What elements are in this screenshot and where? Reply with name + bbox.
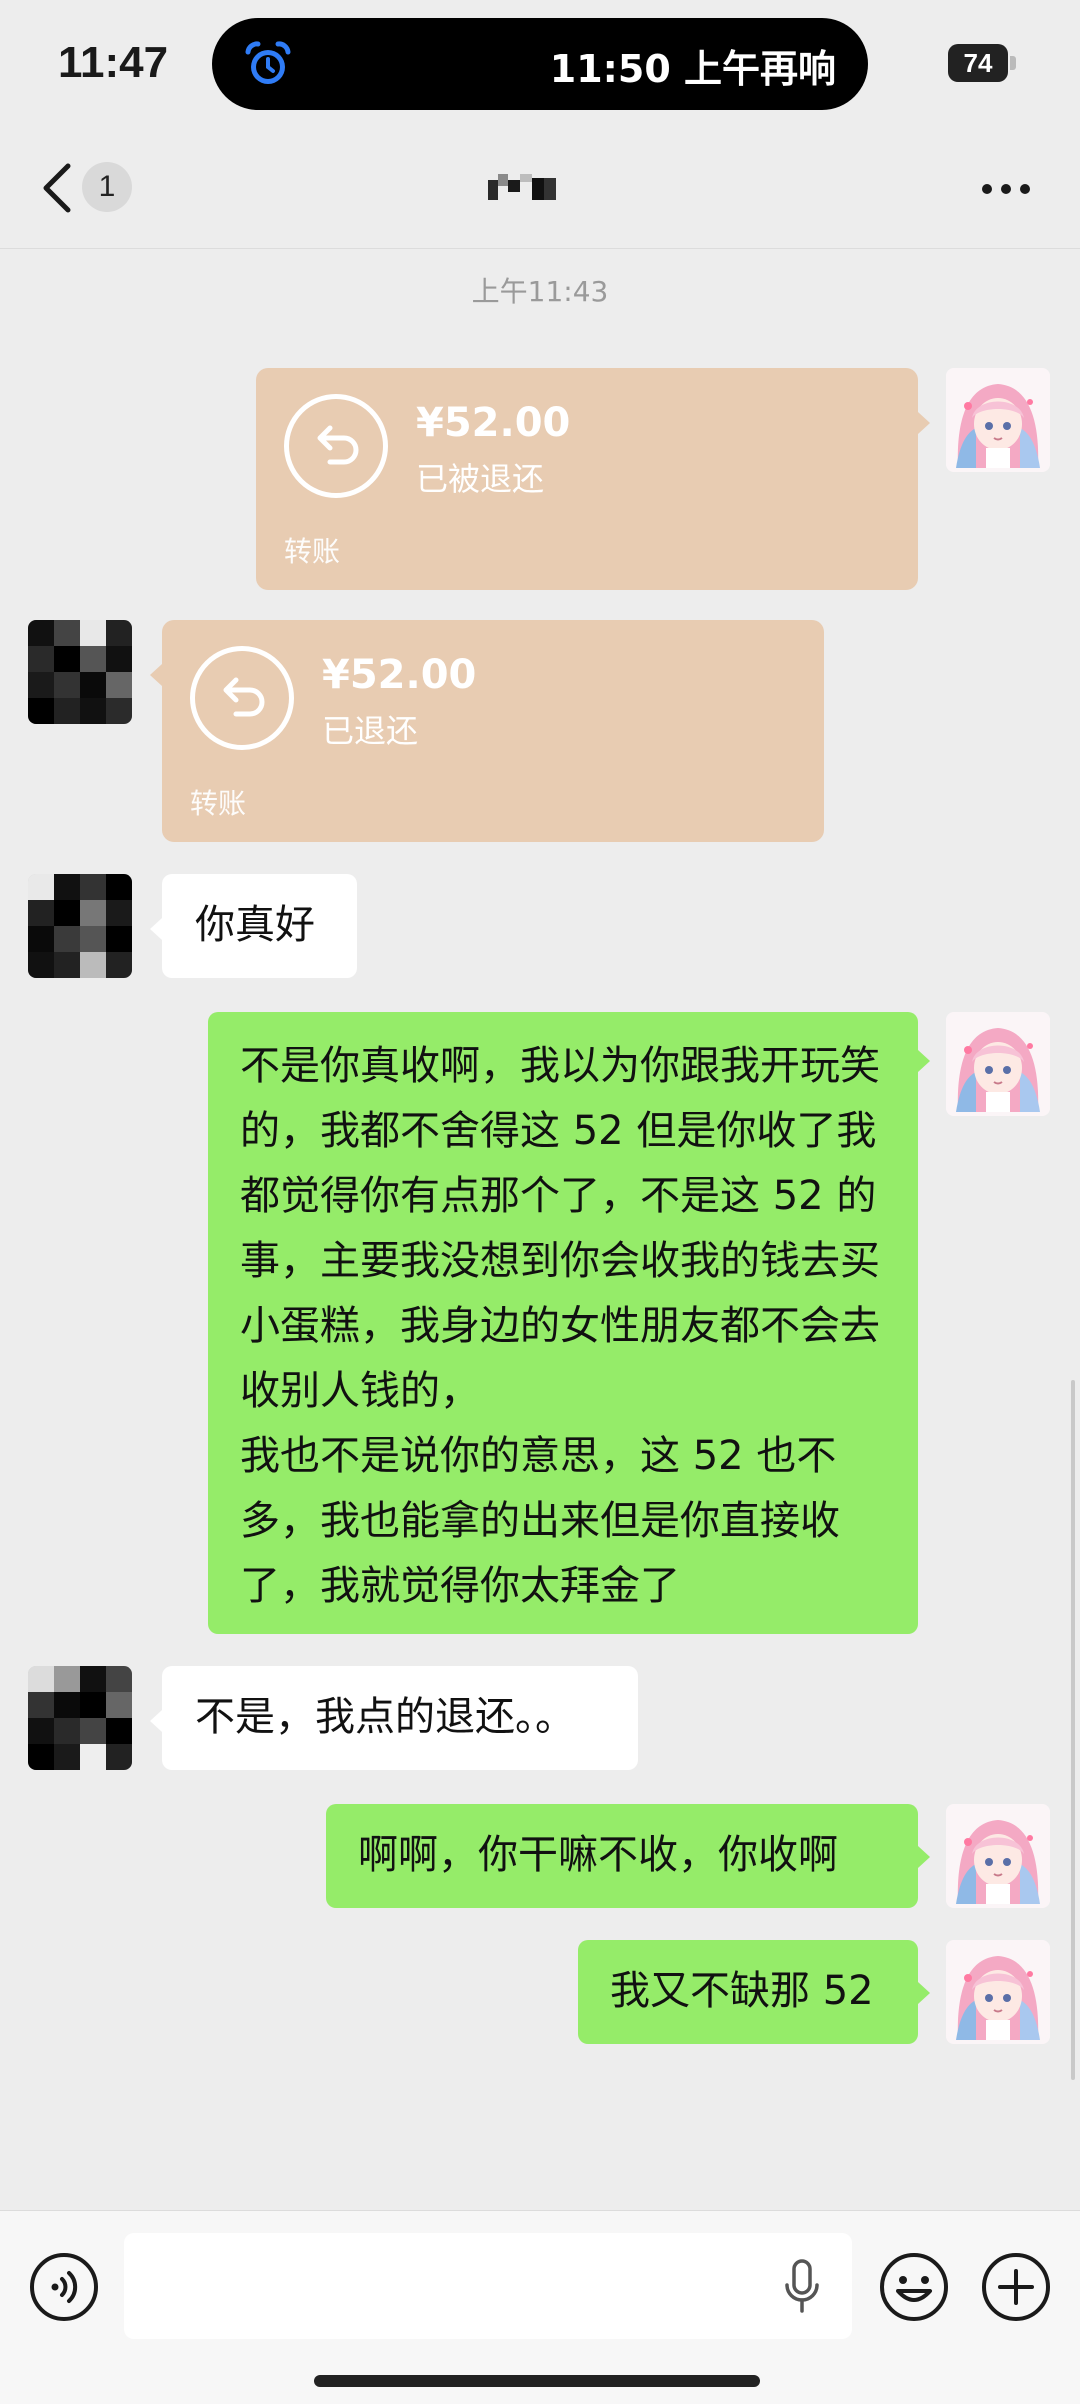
bubble-tail	[150, 918, 162, 940]
bubble-tail	[918, 1982, 930, 2004]
message-input[interactable]	[124, 2233, 852, 2339]
transfer-label: 转账	[284, 535, 341, 568]
dynamic-island-alarm: 11:50 上午再响	[212, 18, 868, 110]
message-bubble-peer[interactable]: 不是，我点的退还。。	[162, 1666, 638, 1770]
message-bubble-mine[interactable]: 我又不缺那 52	[578, 1940, 918, 2044]
message-timestamp: 上午11:43	[471, 275, 609, 308]
message-bubble-mine[interactable]: 不是你真收啊，我以为你跟我开玩笑的，我都不舍得这 52 但是你收了我都觉得你有点…	[208, 1012, 918, 1634]
bubble-tail	[918, 412, 930, 434]
input-bar	[0, 2210, 1080, 2404]
back-chevron-icon[interactable]	[36, 158, 80, 218]
status-time: 11:47	[58, 38, 169, 87]
unread-badge[interactable]: 1	[82, 162, 132, 212]
bubble-tail	[918, 1050, 930, 1072]
transfer-status: 已被退还	[416, 460, 545, 498]
peer-avatar[interactable]	[28, 874, 132, 978]
transfer-amount: ¥52.00	[322, 652, 477, 698]
battery-indicator: 74	[948, 44, 1008, 82]
bubble-tail	[918, 1846, 930, 1868]
my-avatar[interactable]	[946, 1804, 1050, 1908]
battery-tip	[1010, 56, 1016, 70]
transfer-label: 转账	[190, 787, 247, 820]
peer-avatar[interactable]	[28, 1666, 132, 1770]
my-avatar[interactable]	[946, 1012, 1050, 1116]
transfer-card-mine[interactable]: ¥52.00 已被退还 转账	[256, 368, 918, 590]
voice-icon[interactable]	[28, 2251, 100, 2323]
transfer-card-peer[interactable]: ¥52.00 已退还 转账	[162, 620, 824, 842]
peer-avatar[interactable]	[28, 620, 132, 724]
return-arrow-icon	[223, 677, 265, 717]
more-icon[interactable]	[980, 182, 1032, 196]
my-avatar[interactable]	[946, 368, 1050, 472]
message-bubble-mine[interactable]: 啊啊，你干嘛不收，你收啊	[326, 1804, 918, 1908]
alarm-clock-icon	[245, 41, 291, 84]
bubble-tail	[150, 1710, 162, 1732]
my-avatar[interactable]	[946, 1940, 1050, 2044]
scrollbar[interactable]	[1071, 1380, 1075, 2080]
home-indicator	[314, 2375, 760, 2387]
alarm-text: 11:50 上午再响	[549, 47, 836, 91]
return-arrow-icon	[317, 425, 359, 465]
bubble-tail	[150, 664, 162, 686]
transfer-amount: ¥52.00	[416, 400, 571, 446]
message-bubble-peer[interactable]: 你真好	[162, 874, 357, 978]
microphone-icon[interactable]	[782, 2259, 822, 2317]
emoji-icon[interactable]	[878, 2251, 950, 2323]
transfer-status: 已退还	[322, 712, 419, 750]
chat-title-pixelated	[488, 174, 556, 200]
plus-icon[interactable]	[980, 2251, 1052, 2323]
nav-divider	[0, 248, 1080, 249]
